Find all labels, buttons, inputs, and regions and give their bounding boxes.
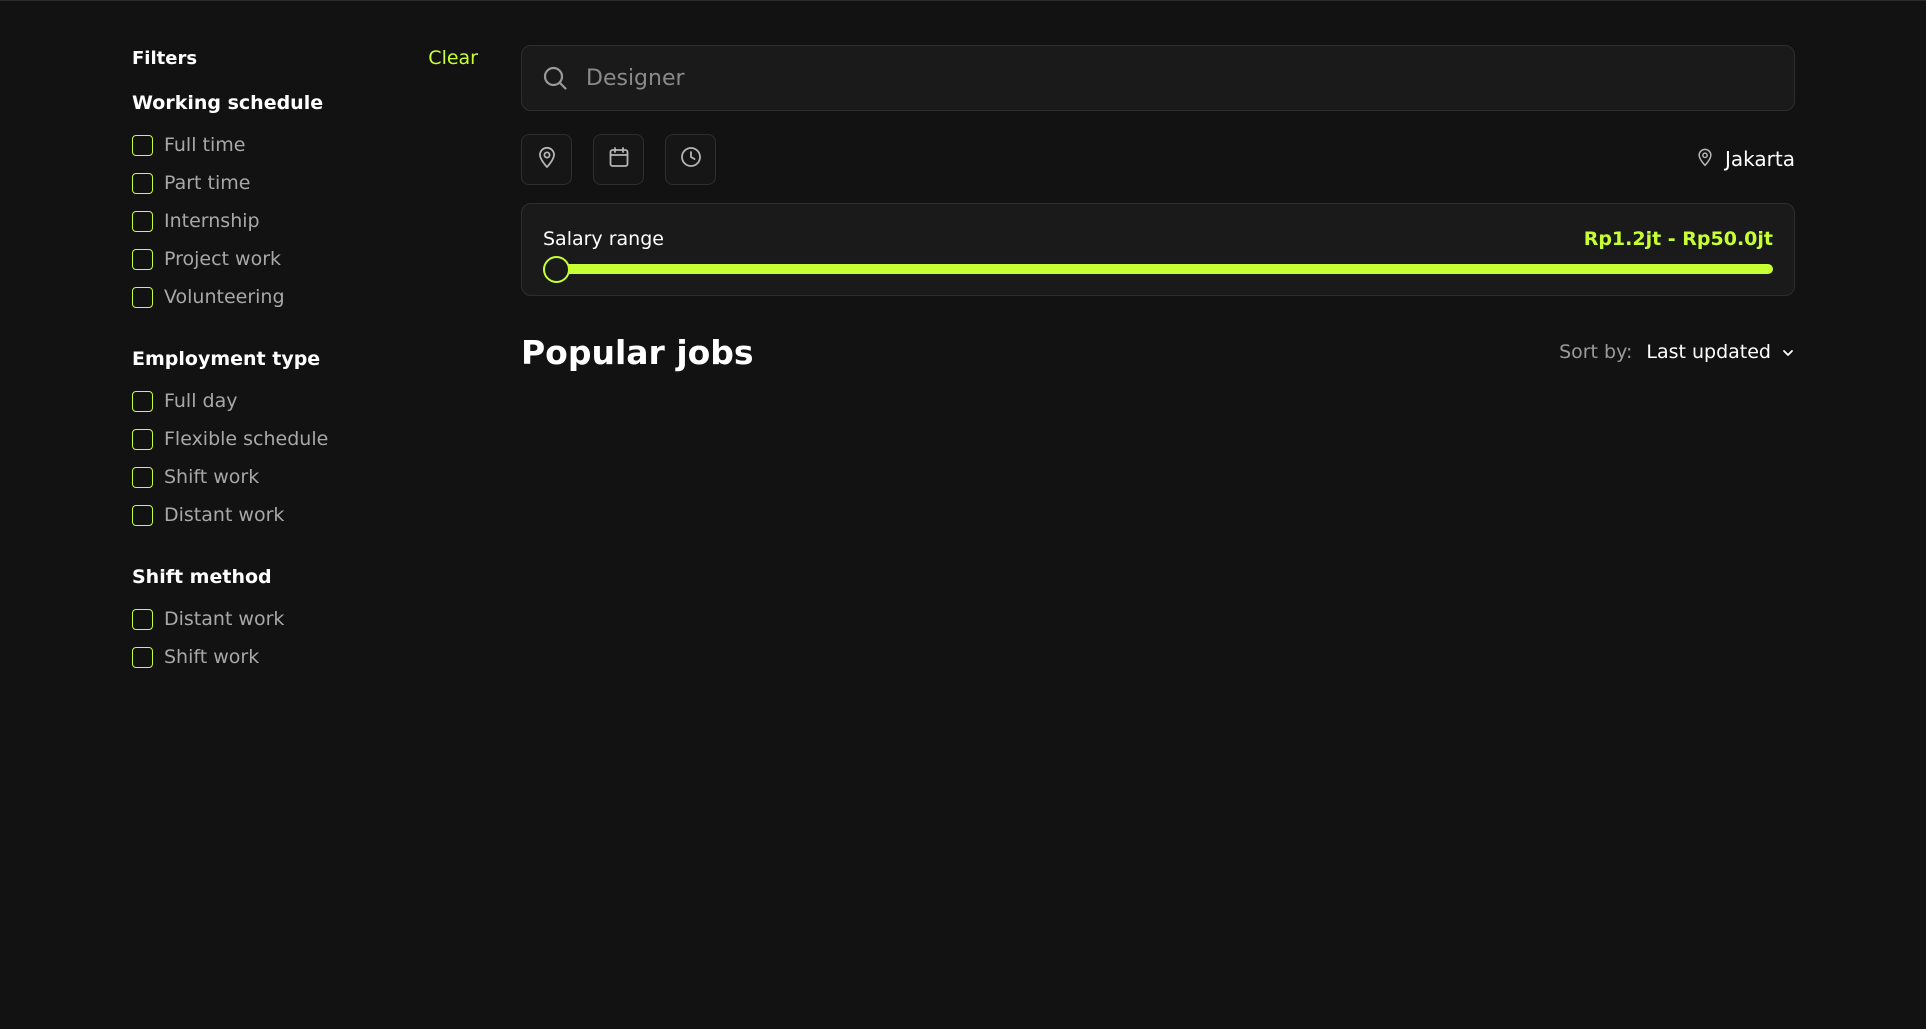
filter-option-flexible-schedule[interactable]: Flexible schedule	[132, 420, 478, 458]
chevron-down-icon	[1781, 345, 1795, 359]
option-label: Flexible schedule	[164, 428, 329, 450]
filter-option-shift-work[interactable]: Shift work	[132, 638, 478, 676]
filter-option-project-work[interactable]: Project work	[132, 240, 478, 278]
time-filter-button[interactable]	[665, 133, 716, 185]
option-label: Project work	[164, 248, 282, 270]
checkbox[interactable]	[132, 428, 153, 450]
search-icon	[542, 65, 568, 91]
checkbox[interactable]	[132, 608, 153, 630]
calendar-icon	[607, 145, 631, 173]
checkbox[interactable]	[132, 172, 153, 194]
filter-group-shift-method: Shift method Distant work Shift work	[132, 564, 478, 676]
checkbox[interactable]	[132, 504, 153, 526]
sort-label: Sort by:	[1559, 341, 1633, 363]
jobs-header: Popular jobs Sort by: Last updated	[521, 330, 1795, 374]
top-divider	[0, 0, 1926, 1]
search-bar[interactable]	[521, 45, 1795, 111]
filters-header: Filters Clear	[132, 44, 478, 72]
filter-option-full-day[interactable]: Full day	[132, 382, 478, 420]
filter-option-volunteering[interactable]: Volunteering	[132, 278, 478, 316]
location-label: Jakarta	[1725, 147, 1795, 171]
option-label: Part time	[164, 172, 251, 194]
main-content: Jakarta Salary range Rp1.2jt - Rp50.0jt …	[521, 45, 1795, 374]
salary-slider-track[interactable]	[543, 256, 1773, 283]
date-filter-button[interactable]	[593, 133, 644, 185]
salary-label: Salary range	[543, 228, 664, 250]
sort-control: Sort by: Last updated	[1559, 341, 1795, 363]
filter-group-working-schedule: Working schedule Full time Part time Int…	[132, 90, 478, 316]
checkbox[interactable]	[132, 210, 153, 232]
salary-header: Salary range Rp1.2jt - Rp50.0jt	[543, 226, 1773, 252]
filter-group-employment-type: Employment type Full day Flexible schedu…	[132, 346, 478, 534]
page-title: Popular jobs	[521, 332, 754, 372]
filters-title: Filters	[132, 47, 198, 69]
option-label: Shift work	[164, 646, 260, 668]
checkbox[interactable]	[132, 248, 153, 270]
location-filter-button[interactable]	[521, 133, 572, 185]
filter-option-internship[interactable]: Internship	[132, 202, 478, 240]
location-selector[interactable]: Jakarta	[1695, 147, 1795, 171]
option-label: Distant work	[164, 608, 285, 630]
filter-option-full-time[interactable]: Full time	[132, 126, 478, 164]
filter-option-shift-work[interactable]: Shift work	[132, 458, 478, 496]
clock-icon	[679, 145, 703, 173]
group-title: Shift method	[132, 566, 272, 588]
salary-range-panel: Salary range Rp1.2jt - Rp50.0jt	[521, 203, 1795, 296]
sort-value: Last updated	[1646, 341, 1771, 363]
option-label: Full day	[164, 390, 238, 412]
filter-option-distant-work[interactable]: Distant work	[132, 600, 478, 638]
checkbox[interactable]	[132, 466, 153, 488]
location-pin-icon	[535, 145, 559, 173]
checkbox[interactable]	[132, 390, 153, 412]
filter-option-part-time[interactable]: Part time	[132, 164, 478, 202]
option-label: Distant work	[164, 504, 285, 526]
checkbox[interactable]	[132, 646, 153, 668]
location-pin-icon	[1695, 147, 1715, 171]
checkbox[interactable]	[132, 286, 153, 308]
search-input[interactable]	[586, 65, 1686, 91]
checkbox[interactable]	[132, 134, 153, 156]
option-label: Internship	[164, 210, 260, 232]
option-label: Full time	[164, 134, 246, 156]
group-title: Employment type	[132, 348, 321, 370]
option-label: Volunteering	[164, 286, 285, 308]
filter-option-distant-work[interactable]: Distant work	[132, 496, 478, 534]
option-label: Shift work	[164, 466, 260, 488]
group-title: Working schedule	[132, 92, 324, 114]
salary-slider-thumb[interactable]	[543, 256, 570, 283]
filters-sidebar: Filters Clear Working schedule Full time…	[132, 44, 478, 676]
salary-value: Rp1.2jt - Rp50.0jt	[1583, 228, 1773, 250]
toolbar: Jakarta	[521, 133, 1795, 185]
clear-filters-button[interactable]: Clear	[428, 47, 478, 69]
sort-dropdown[interactable]: Last updated	[1646, 341, 1795, 363]
